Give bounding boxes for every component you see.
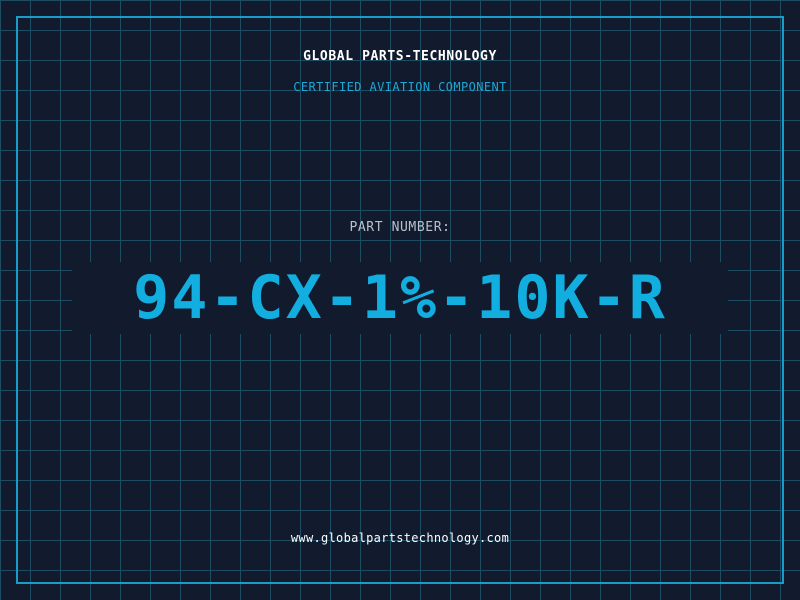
part-number-value: 94-CX-1%-10K-R [133,263,667,333]
certification-subtitle: CERTIFIED AVIATION COMPONENT [293,80,507,94]
brand-name: GLOBAL PARTS-TECHNOLOGY [303,49,497,64]
part-number-label: PART NUMBER: [349,220,451,235]
website-url: www.globalpartstechnology.com [290,531,510,545]
label-page: GLOBAL PARTS-TECHNOLOGY CERTIFIED AVIATI… [0,0,800,600]
